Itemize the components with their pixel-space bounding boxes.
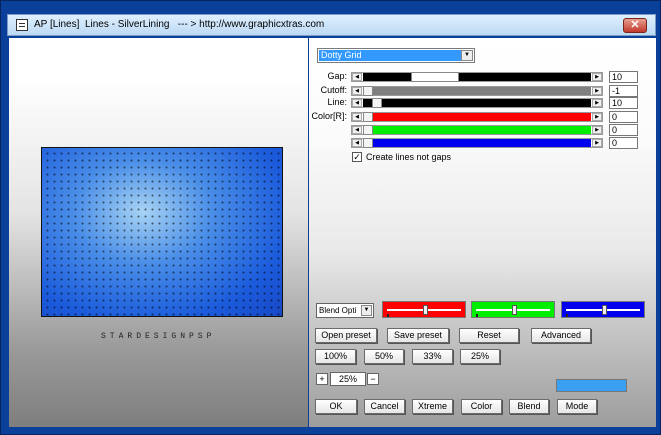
- slider-thumb[interactable]: [602, 305, 607, 315]
- slider[interactable]: ◀ ▶: [351, 98, 603, 108]
- zoom-level-field[interactable]: 25%: [330, 372, 366, 386]
- slider-label: Color[R]:: [311, 111, 347, 121]
- zoom-in-button[interactable]: +: [316, 373, 328, 385]
- color-channel-slider[interactable]: [382, 301, 466, 318]
- preset-dropdown-value: Dotty Grid: [319, 50, 462, 61]
- preview-image: [41, 147, 283, 317]
- color-swatch[interactable]: [556, 379, 627, 392]
- slider-thumb[interactable]: [363, 125, 373, 135]
- slider-right-arrow-icon[interactable]: ▶: [592, 139, 602, 147]
- slider-left-arrow-icon[interactable]: ◀: [352, 87, 362, 95]
- slider-thumb[interactable]: [363, 138, 373, 148]
- slider-right-arrow-icon[interactable]: ▶: [592, 126, 602, 134]
- ok-button[interactable]: OK: [315, 399, 357, 414]
- slider-right-arrow-icon[interactable]: ▶: [592, 73, 602, 81]
- slider-track: [363, 99, 591, 107]
- controls-panel: [309, 38, 656, 427]
- zoom-out-button[interactable]: −: [367, 373, 379, 385]
- open-preset-button[interactable]: Open preset: [315, 328, 377, 343]
- slider-value-field[interactable]: 0: [609, 111, 638, 123]
- color-channel-slider[interactable]: [561, 301, 645, 318]
- blend-button[interactable]: Blend: [509, 399, 549, 414]
- slider-tick: [566, 314, 568, 317]
- xtreme-button[interactable]: Xtreme: [412, 399, 453, 414]
- slider-label: Line:: [327, 97, 347, 107]
- zoom-50-button[interactable]: 50%: [364, 349, 404, 364]
- blend-options-dropdown[interactable]: Blend Opti ▼: [316, 303, 374, 318]
- color-channel-slider[interactable]: [471, 301, 555, 318]
- advanced-button[interactable]: Advanced: [531, 328, 591, 343]
- slider-left-arrow-icon[interactable]: ◀: [352, 126, 362, 134]
- slider-left-arrow-icon[interactable]: ◀: [352, 139, 362, 147]
- slider-value-field[interactable]: 0: [609, 137, 638, 149]
- slider[interactable]: ◀ ▶: [351, 125, 603, 135]
- watermark-text: STARDESIGNPSP: [101, 332, 216, 341]
- slider-right-arrow-icon[interactable]: ▶: [592, 87, 602, 95]
- slider-thumb[interactable]: [372, 98, 382, 108]
- slider[interactable]: ◀ ▶: [351, 86, 603, 96]
- color-button[interactable]: Color: [461, 399, 502, 414]
- zoom-25-button[interactable]: 25%: [460, 349, 500, 364]
- slider-right-arrow-icon[interactable]: ▶: [592, 99, 602, 107]
- slider-value-field[interactable]: 10: [609, 71, 638, 83]
- slider-left-arrow-icon[interactable]: ◀: [352, 73, 362, 81]
- slider[interactable]: ◀ ▶: [351, 112, 603, 122]
- title-bar: AP [Lines] Lines - SilverLining --- > ht…: [7, 14, 656, 36]
- slider-track: [363, 73, 591, 81]
- slider-value-field[interactable]: 0: [609, 124, 638, 136]
- save-preset-button[interactable]: Save preset: [387, 328, 449, 343]
- slider-value-field[interactable]: 10: [609, 97, 638, 109]
- close-button[interactable]: ✕: [623, 18, 647, 33]
- mode-button[interactable]: Mode: [557, 399, 597, 414]
- slider-track: [363, 139, 591, 147]
- reset-button[interactable]: Reset: [459, 328, 519, 343]
- slider-label: Cutoff:: [320, 85, 347, 95]
- slider-tick: [387, 314, 389, 317]
- cancel-button[interactable]: Cancel: [364, 399, 405, 414]
- plugin-window: AP [Lines] Lines - SilverLining --- > ht…: [0, 0, 661, 435]
- slider-right-arrow-icon[interactable]: ▶: [592, 113, 602, 121]
- preset-dropdown[interactable]: Dotty Grid ▼: [317, 48, 475, 63]
- create-lines-checkbox[interactable]: ✓: [352, 152, 362, 162]
- chevron-down-icon[interactable]: ▼: [461, 50, 473, 61]
- zoom-100-button[interactable]: 100%: [315, 349, 356, 364]
- slider-track: [363, 87, 591, 95]
- create-lines-label: Create lines not gaps: [366, 152, 452, 162]
- slider-thumb[interactable]: [363, 112, 373, 122]
- slider[interactable]: ◀ ▶: [351, 138, 603, 148]
- slider-thumb[interactable]: [512, 305, 517, 315]
- slider-left-arrow-icon[interactable]: ◀: [352, 99, 362, 107]
- slider-value-field[interactable]: -1: [609, 85, 638, 97]
- slider-thumb[interactable]: [411, 72, 459, 82]
- slider-track: [363, 113, 591, 121]
- slider-thumb[interactable]: [423, 305, 428, 315]
- zoom-33-button[interactable]: 33%: [412, 349, 453, 364]
- slider[interactable]: ◀ ▶: [351, 72, 603, 82]
- blend-options-value: Blend Opti: [319, 306, 357, 315]
- window-icon: [16, 19, 28, 31]
- slider-left-arrow-icon[interactable]: ◀: [352, 113, 362, 121]
- window-title: AP [Lines] Lines - SilverLining --- > ht…: [34, 19, 325, 30]
- slider-track: [363, 126, 591, 134]
- slider-tick: [476, 314, 478, 317]
- chevron-down-icon[interactable]: ▼: [361, 305, 372, 316]
- slider-label: Gap:: [327, 71, 347, 81]
- slider-thumb[interactable]: [363, 86, 373, 96]
